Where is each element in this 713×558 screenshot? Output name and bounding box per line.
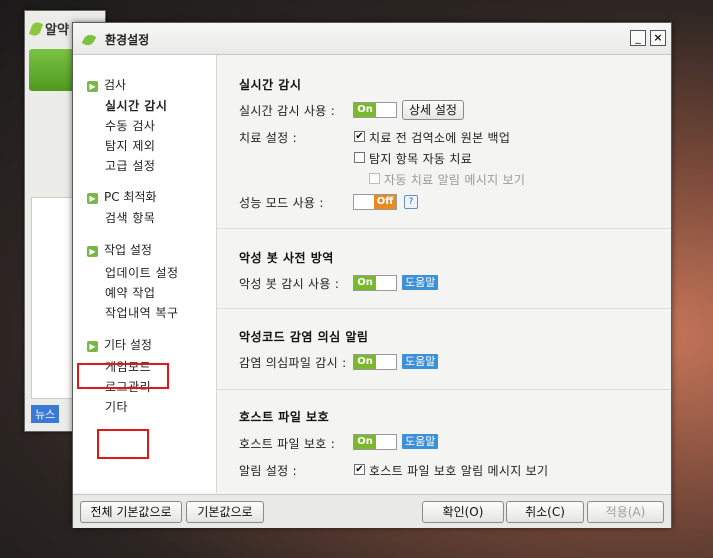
sidebar-item-etc[interactable]: 기타 [105, 398, 128, 416]
sidebar-item-advanced[interactable]: 고급 설정 [105, 157, 155, 175]
sidebar-item-realtime[interactable]: 실시간 감시 [105, 97, 167, 115]
background-app-title: 알약 [28, 19, 69, 38]
settings-sidebar: ▶ 검사 실시간 감시 수동 검사 탐지 제외 고급 설정 ▶ PC 최적화 검색 … [73, 55, 217, 493]
sidebar-category-pc-optimize[interactable]: ▶ PC 최적화 [87, 188, 157, 206]
sidebar-category-task[interactable]: ▶ 작업 설정 [87, 241, 152, 259]
arrow-icon: ▶ [87, 341, 98, 352]
backup-label: 치료 전 검역소에 원본 백업 [369, 131, 511, 145]
auto-msg-checkbox[interactable] [369, 173, 380, 184]
dialog-footer: 전체 기본값으로 기본값으로 확인(O) 취소(C) 적용(A) [73, 494, 671, 528]
treat-settings-label: 치료 설정 : [239, 131, 297, 145]
hosts-toggle[interactable]: On [353, 434, 397, 450]
settings-dialog: 환경설정 _ × ▶ 검사 실시간 감시 수동 검사 탐지 제외 고급 설정 ▶ P… [72, 22, 672, 528]
hosts-alert-checkbox[interactable]: ✔ [354, 464, 365, 475]
backup-checkbox[interactable]: ✔ [354, 131, 365, 142]
hosts-use-label: 호스트 파일 보호 : [239, 437, 336, 451]
auto-treat-checkbox[interactable] [354, 152, 365, 163]
minimize-button[interactable]: _ [630, 30, 646, 46]
sidebar-item-manual-scan[interactable]: 수동 검사 [105, 117, 155, 135]
section-title: 호스트 파일 보호 [239, 410, 330, 424]
apply-button[interactable]: 적용(A) [587, 501, 664, 523]
perf-mode-toggle[interactable]: Off [353, 194, 397, 210]
reset-button[interactable]: 기본값으로 [186, 501, 264, 523]
section-realtime: 실시간 감시 실시간 감시 사용 : On 상세 설정 치료 설정 : ✔ 치료… [217, 55, 671, 229]
sidebar-item-restore[interactable]: 작업내역 복구 [105, 304, 179, 322]
cancel-button[interactable]: 취소(C) [506, 501, 584, 523]
malcode-toggle[interactable]: On [353, 354, 397, 370]
realtime-use-label: 실시간 감시 사용 : [239, 104, 336, 118]
section-title: 악성 봇 사전 방역 [239, 251, 334, 265]
bot-help-button[interactable]: 도움말 [402, 275, 439, 290]
background-news-tab: 뉴스 [31, 405, 60, 423]
bot-use-label: 악성 봇 감시 사용 : [239, 277, 340, 291]
window-title: 환경설정 [105, 33, 150, 47]
arrow-icon: ▶ [87, 246, 98, 257]
sidebar-category-etc[interactable]: ▶ 기타 설정 [87, 336, 152, 354]
sidebar-item-exclusion[interactable]: 탐지 제외 [105, 137, 155, 155]
auto-msg-label: 자동 치료 알림 메시지 보기 [384, 173, 526, 187]
section-hosts: 호스트 파일 보호 호스트 파일 보호 : On 도움말 알림 설정 : ✔ 호… [217, 390, 671, 493]
section-title: 실시간 감시 [239, 78, 302, 92]
app-leaf-icon [81, 31, 97, 48]
perf-mode-label: 성능 모드 사용 : [239, 196, 324, 210]
arrow-icon: ▶ [87, 81, 98, 92]
section-malcode: 악성코드 감염 의심 알림 감염 의심파일 감시 : On 도움말 [217, 309, 671, 390]
section-bot: 악성 봇 사전 방역 악성 봇 감시 사용 : On 도움말 [217, 229, 671, 309]
reset-all-button[interactable]: 전체 기본값으로 [80, 501, 182, 523]
realtime-toggle[interactable]: On [353, 102, 397, 118]
hosts-alert-label: 알림 설정 : [239, 464, 297, 478]
question-help-icon[interactable]: ? [404, 195, 418, 209]
auto-treat-label: 탐지 항목 자동 치료 [369, 152, 473, 166]
ok-button[interactable]: 확인(O) [422, 501, 504, 523]
sidebar-item-update[interactable]: 업데이트 설정 [105, 264, 179, 282]
section-title: 악성코드 감염 의심 알림 [239, 330, 369, 344]
arrow-icon: ▶ [87, 193, 98, 204]
close-button[interactable]: × [650, 30, 666, 46]
titlebar: 환경설정 _ × [73, 23, 671, 55]
malcode-help-button[interactable]: 도움말 [402, 354, 439, 369]
hosts-help-button[interactable]: 도움말 [402, 434, 439, 449]
settings-content: 실시간 감시 실시간 감시 사용 : On 상세 설정 치료 설정 : ✔ 치료… [217, 55, 671, 493]
hosts-alert-msg-label: 호스트 파일 보호 알림 메시지 보기 [369, 464, 549, 478]
highlight-box [97, 429, 149, 459]
bot-toggle[interactable]: On [353, 275, 397, 291]
highlight-box [77, 363, 169, 389]
sidebar-item-schedule[interactable]: 예약 작업 [105, 284, 155, 302]
leaf-logo-icon [28, 20, 44, 38]
sidebar-category-scan[interactable]: ▶ 검사 [87, 76, 126, 94]
sidebar-item-search-items[interactable]: 검색 항목 [105, 209, 155, 227]
detail-settings-button[interactable]: 상세 설정 [402, 100, 464, 120]
malcode-use-label: 감염 의심파일 감시 : [239, 356, 347, 370]
